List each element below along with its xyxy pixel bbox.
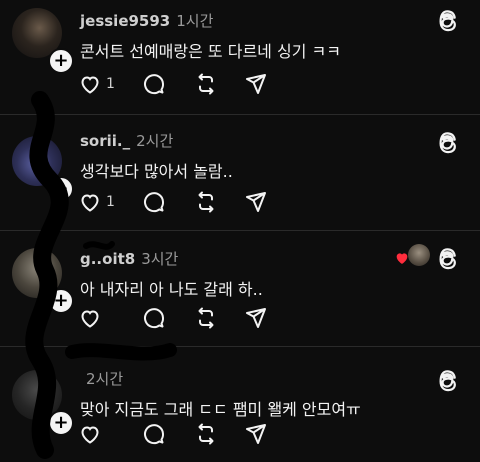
share-button[interactable] [244, 306, 270, 334]
timestamp: 2시간 [136, 132, 174, 150]
follow-plus-icon[interactable]: + [48, 48, 74, 74]
comment-button[interactable] [142, 72, 168, 100]
comment-button[interactable] [142, 306, 168, 334]
heart-icon [81, 426, 99, 444]
like-button[interactable] [78, 306, 118, 334]
like-count: 1 [106, 194, 115, 210]
heart-icon [81, 310, 99, 328]
timestamp: 3시간 [141, 250, 179, 268]
share-icon [246, 192, 266, 212]
reply-post: + g..oit8 3시간 아 내자리 아 나도 갈래 하.. [0, 232, 480, 346]
post-header: sorii._ 2시간 [80, 130, 173, 151]
divider [0, 114, 480, 115]
repost-button[interactable] [194, 190, 220, 218]
follow-plus-icon[interactable]: + [48, 288, 74, 314]
post-header: jessie9593 1시간 [80, 10, 213, 31]
threads-logo-icon[interactable] [434, 128, 462, 156]
repost-icon [198, 73, 214, 95]
liked-by-author-badge [396, 244, 430, 270]
comment-button[interactable] [142, 190, 168, 218]
like-button[interactable]: 1 [78, 72, 118, 100]
threads-logo-icon[interactable] [434, 6, 462, 34]
like-button[interactable] [78, 422, 118, 450]
comment-icon [144, 424, 165, 445]
threads-logo-icon[interactable] [434, 366, 462, 394]
reply-post: + 2시간 맞아 지금도 그래 ㄷㄷ 팸미 왤케 안모여ㅠ [0, 348, 480, 462]
post-text: 콘서트 선예매랑은 또 다르네 싱기 ㅋㅋ [80, 42, 341, 61]
like-count: 1 [106, 76, 115, 92]
divider [0, 346, 480, 347]
like-button[interactable]: 1 [78, 190, 118, 218]
repost-button[interactable] [194, 72, 220, 100]
share-button[interactable] [244, 422, 270, 450]
timestamp: 2시간 [86, 370, 124, 388]
comment-icon [144, 192, 165, 213]
repost-button[interactable] [194, 422, 220, 450]
post-header: g..oit8 3시간 [80, 248, 178, 269]
username[interactable]: sorii._ [80, 132, 130, 150]
share-icon [246, 424, 266, 444]
repost-icon [198, 307, 214, 329]
post-text: 아 내자리 아 나도 갈래 하.. [80, 280, 263, 299]
post-header: 2시간 [80, 368, 123, 389]
share-button[interactable] [244, 72, 270, 100]
heart-icon [81, 194, 99, 212]
username[interactable]: jessie9593 [80, 12, 170, 30]
share-button[interactable] [244, 190, 270, 218]
share-icon [246, 74, 266, 94]
username[interactable]: g..oit8 [80, 250, 135, 268]
comment-icon [144, 308, 165, 329]
repost-button[interactable] [194, 306, 220, 334]
timestamp: 1시간 [176, 12, 214, 30]
follow-plus-icon[interactable]: + [48, 176, 74, 202]
reply-post: + sorii._ 2시간 생각보다 많아서 놀람.. 1 [0, 116, 480, 230]
share-icon [246, 308, 266, 328]
threads-logo-icon[interactable] [434, 244, 462, 272]
repost-icon [198, 423, 214, 445]
post-text: 생각보다 많아서 놀람.. [80, 162, 233, 181]
comment-button[interactable] [142, 422, 168, 450]
author-avatar [408, 244, 430, 266]
heart-icon [81, 76, 99, 94]
post-text: 맞아 지금도 그래 ㄷㄷ 팸미 왤케 안모여ㅠ [80, 400, 361, 419]
reply-post: + jessie9593 1시간 콘서트 선예매랑은 또 다르네 싱기 ㅋㅋ 1 [0, 0, 480, 114]
follow-plus-icon[interactable]: + [48, 410, 74, 436]
heart-filled-icon [396, 253, 408, 264]
comment-icon [144, 74, 165, 95]
divider [0, 230, 480, 231]
repost-icon [198, 191, 214, 213]
